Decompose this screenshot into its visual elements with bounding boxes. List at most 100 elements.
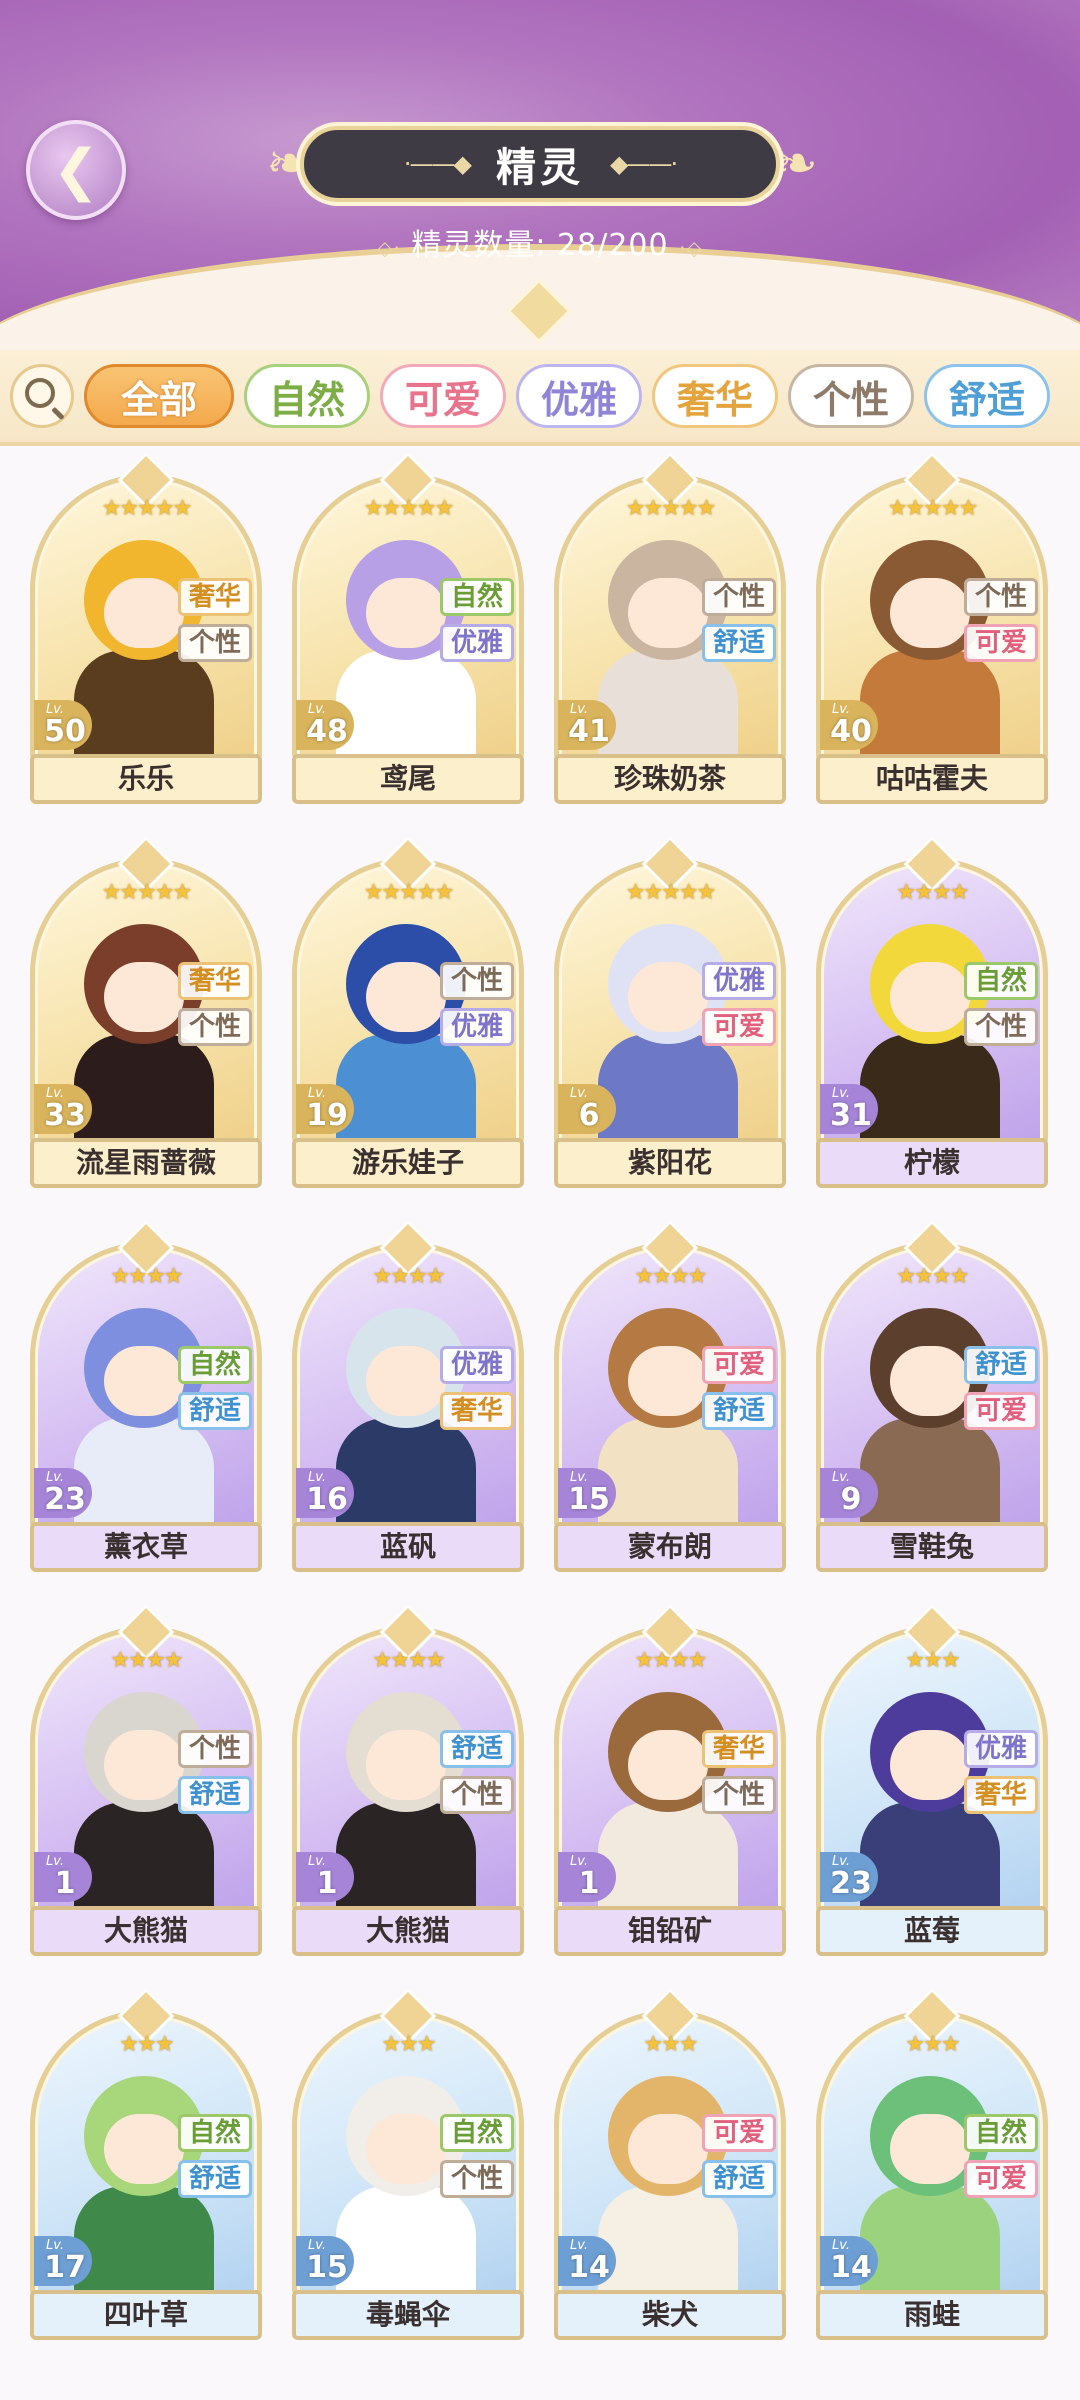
style-tag: 舒适 [702,1392,776,1430]
style-tag: 个性 [702,578,776,616]
level-badge: Lv. 15 [296,2236,354,2286]
star-rating-icon: ★★★★★ [625,880,717,905]
level-badge: Lv. 9 [820,1468,878,1518]
style-tag: 可爱 [964,624,1038,662]
spirit-card[interactable]: ★★★★★ 优雅 可爱 Lv. 6 紫阳花 [554,835,786,1194]
star-rating-icon: ★★★★ [896,1264,970,1289]
spirit-card[interactable]: ★★★ 可爱 舒适 Lv. 14 柴犬 [554,1987,786,2346]
spirit-card[interactable]: ★★★★★ 个性 舒适 Lv. 41 珍珠奶茶 [554,451,786,810]
style-tag: 舒适 [178,1776,252,1814]
search-button[interactable] [10,364,74,428]
count-deco-left-icon: ◇· [377,236,401,260]
spirit-card[interactable]: ★★★ 自然 可爱 Lv. 14 雨蛙 [816,1987,1048,2346]
style-tag: 自然 [440,2114,514,2152]
level-badge: Lv. 15 [558,1468,616,1518]
style-tag: 舒适 [178,1392,252,1430]
style-tag: 奢华 [964,1776,1038,1814]
spirit-name: 四叶草 [30,2290,262,2340]
star-rating-icon: ★★★★ [372,1648,446,1673]
style-tag: 自然 [440,578,514,616]
spirit-card[interactable]: ★★★★★ 个性 优雅 Lv. 19 游乐娃子 [292,835,524,1194]
level-badge: Lv. 14 [820,2236,878,2286]
spirit-card[interactable]: ★★★★★ 个性 可爱 Lv. 40 咕咕霍夫 [816,451,1048,810]
spirit-card[interactable]: ★★★★★ 奢华 个性 Lv. 50 乐乐 [30,451,262,810]
spirit-card[interactable]: ★★★ 自然 个性 Lv. 15 毒蝇伞 [292,1987,524,2346]
title-deco-left-icon: ·——◆ [403,150,472,178]
style-tag: 优雅 [440,1008,514,1046]
page-title: 精灵 [496,145,584,191]
style-tag: 个性 [178,624,252,662]
level-badge: Lv. 33 [34,1084,92,1134]
style-tag: 可爱 [702,2114,776,2152]
level-value: 41 [568,714,610,749]
style-tag: 个性 [440,1776,514,1814]
style-tag: 可爱 [702,1346,776,1384]
star-rating-icon: ★★★★★ [363,496,455,521]
spirit-name: 蓝矾 [292,1522,524,1572]
star-rating-icon: ★★★★ [634,1264,708,1289]
star-rating-icon: ★★★ [381,2032,436,2057]
style-tag: 个性 [702,1776,776,1814]
level-value: 23 [44,1482,86,1517]
level-badge: Lv. 1 [296,1852,354,1902]
filter-tab-6[interactable]: 舒适 [924,364,1050,428]
spirit-name: 蒙布朗 [554,1522,786,1572]
spirit-count: ◇· 精灵数量: 28/200 ·◇ [0,220,1080,264]
style-tag: 个性 [964,578,1038,616]
star-rating-icon: ★★★★★ [625,496,717,521]
spirit-card[interactable]: ★★★★ 舒适 个性 Lv. 1 大熊猫 [292,1603,524,1962]
style-tag: 自然 [178,2114,252,2152]
spirit-card[interactable]: ★★★★★ 自然 优雅 Lv. 48 鸢尾 [292,451,524,810]
spirit-name: 咕咕霍夫 [816,754,1048,804]
level-badge: Lv. 1 [34,1852,92,1902]
style-tag: 舒适 [178,2160,252,2198]
level-badge: Lv. 17 [34,2236,92,2286]
star-rating-icon: ★★★★ [372,1264,446,1289]
style-tag: 自然 [964,2114,1038,2152]
level-badge: Lv. 23 [820,1852,878,1902]
level-value: 23 [830,1866,872,1901]
spirit-card[interactable]: ★★★★ 奢华 个性 Lv. 1 钼铅矿 [554,1603,786,1962]
back-button[interactable]: ❮ [26,120,126,220]
spirit-card[interactable]: ★★★★ 舒适 可爱 Lv. 9 雪鞋兔 [816,1219,1048,1578]
spirit-name: 毒蝇伞 [292,2290,524,2340]
style-tag: 优雅 [964,1730,1038,1768]
style-tag: 可爱 [964,1392,1038,1430]
spirit-card[interactable]: ★★★★ 可爱舒适 Lv. 15 蒙布朗 [554,1219,786,1578]
star-rating-icon: ★★★★★ [101,496,193,521]
spirit-card[interactable]: ★★★★ 自然 个性 Lv. 31 柠檬 [816,835,1048,1194]
filter-tab-3[interactable]: 优雅 [516,364,642,428]
spirit-name: 钼铅矿 [554,1906,786,1956]
spirit-name: 乐乐 [30,754,262,804]
spirit-name: 珍珠奶茶 [554,754,786,804]
style-tag: 奢华 [178,962,252,1000]
level-badge: Lv. 41 [558,700,616,750]
spirit-name: 流星雨蔷薇 [30,1138,262,1188]
spirit-card[interactable]: ★★★★ 优雅 奢华 Lv. 16 蓝矾 [292,1219,524,1578]
spirit-card[interactable]: ★★★ 自然 舒适 Lv. 17 四叶草 [30,1987,262,2346]
spirit-name: 柠檬 [816,1138,1048,1188]
title-deco-right-icon: ◆——· [610,150,678,178]
spirit-name: 游乐娃子 [292,1138,524,1188]
filter-tab-1[interactable]: 自然 [244,364,370,428]
filter-tab-0[interactable]: 全部 [84,364,234,428]
star-rating-icon: ★★★★ [110,1648,184,1673]
spirit-count-label: 精灵数量: 28/200 [411,228,669,263]
filter-tab-2[interactable]: 可爱 [380,364,506,428]
level-value: 14 [568,2250,610,2285]
spirit-name: 紫阳花 [554,1138,786,1188]
level-value: 17 [44,2250,86,2285]
star-rating-icon: ★★★ [905,1648,960,1673]
filter-tab-4[interactable]: 奢华 [652,364,778,428]
search-icon [25,378,55,408]
style-tag: 奢华 [440,1392,514,1430]
spirit-card[interactable]: ★★★ 优雅 奢华 Lv. 23 蓝莓 [816,1603,1048,1962]
level-value: 9 [840,1482,862,1517]
filter-tab-5[interactable]: 个性 [788,364,914,428]
header-crown-icon [506,278,572,344]
spirit-card[interactable]: ★★★★ 自然 舒适 Lv. 23 薰衣草 [30,1219,262,1578]
level-value: 1 [54,1866,76,1901]
spirit-card[interactable]: ★★★★ 个性 舒适 Lv. 1 大熊猫 [30,1603,262,1962]
spirit-card[interactable]: ★★★★★ 奢华 个性 Lv. 33 流星雨蔷薇 [30,835,262,1194]
level-badge: Lv. 48 [296,700,354,750]
